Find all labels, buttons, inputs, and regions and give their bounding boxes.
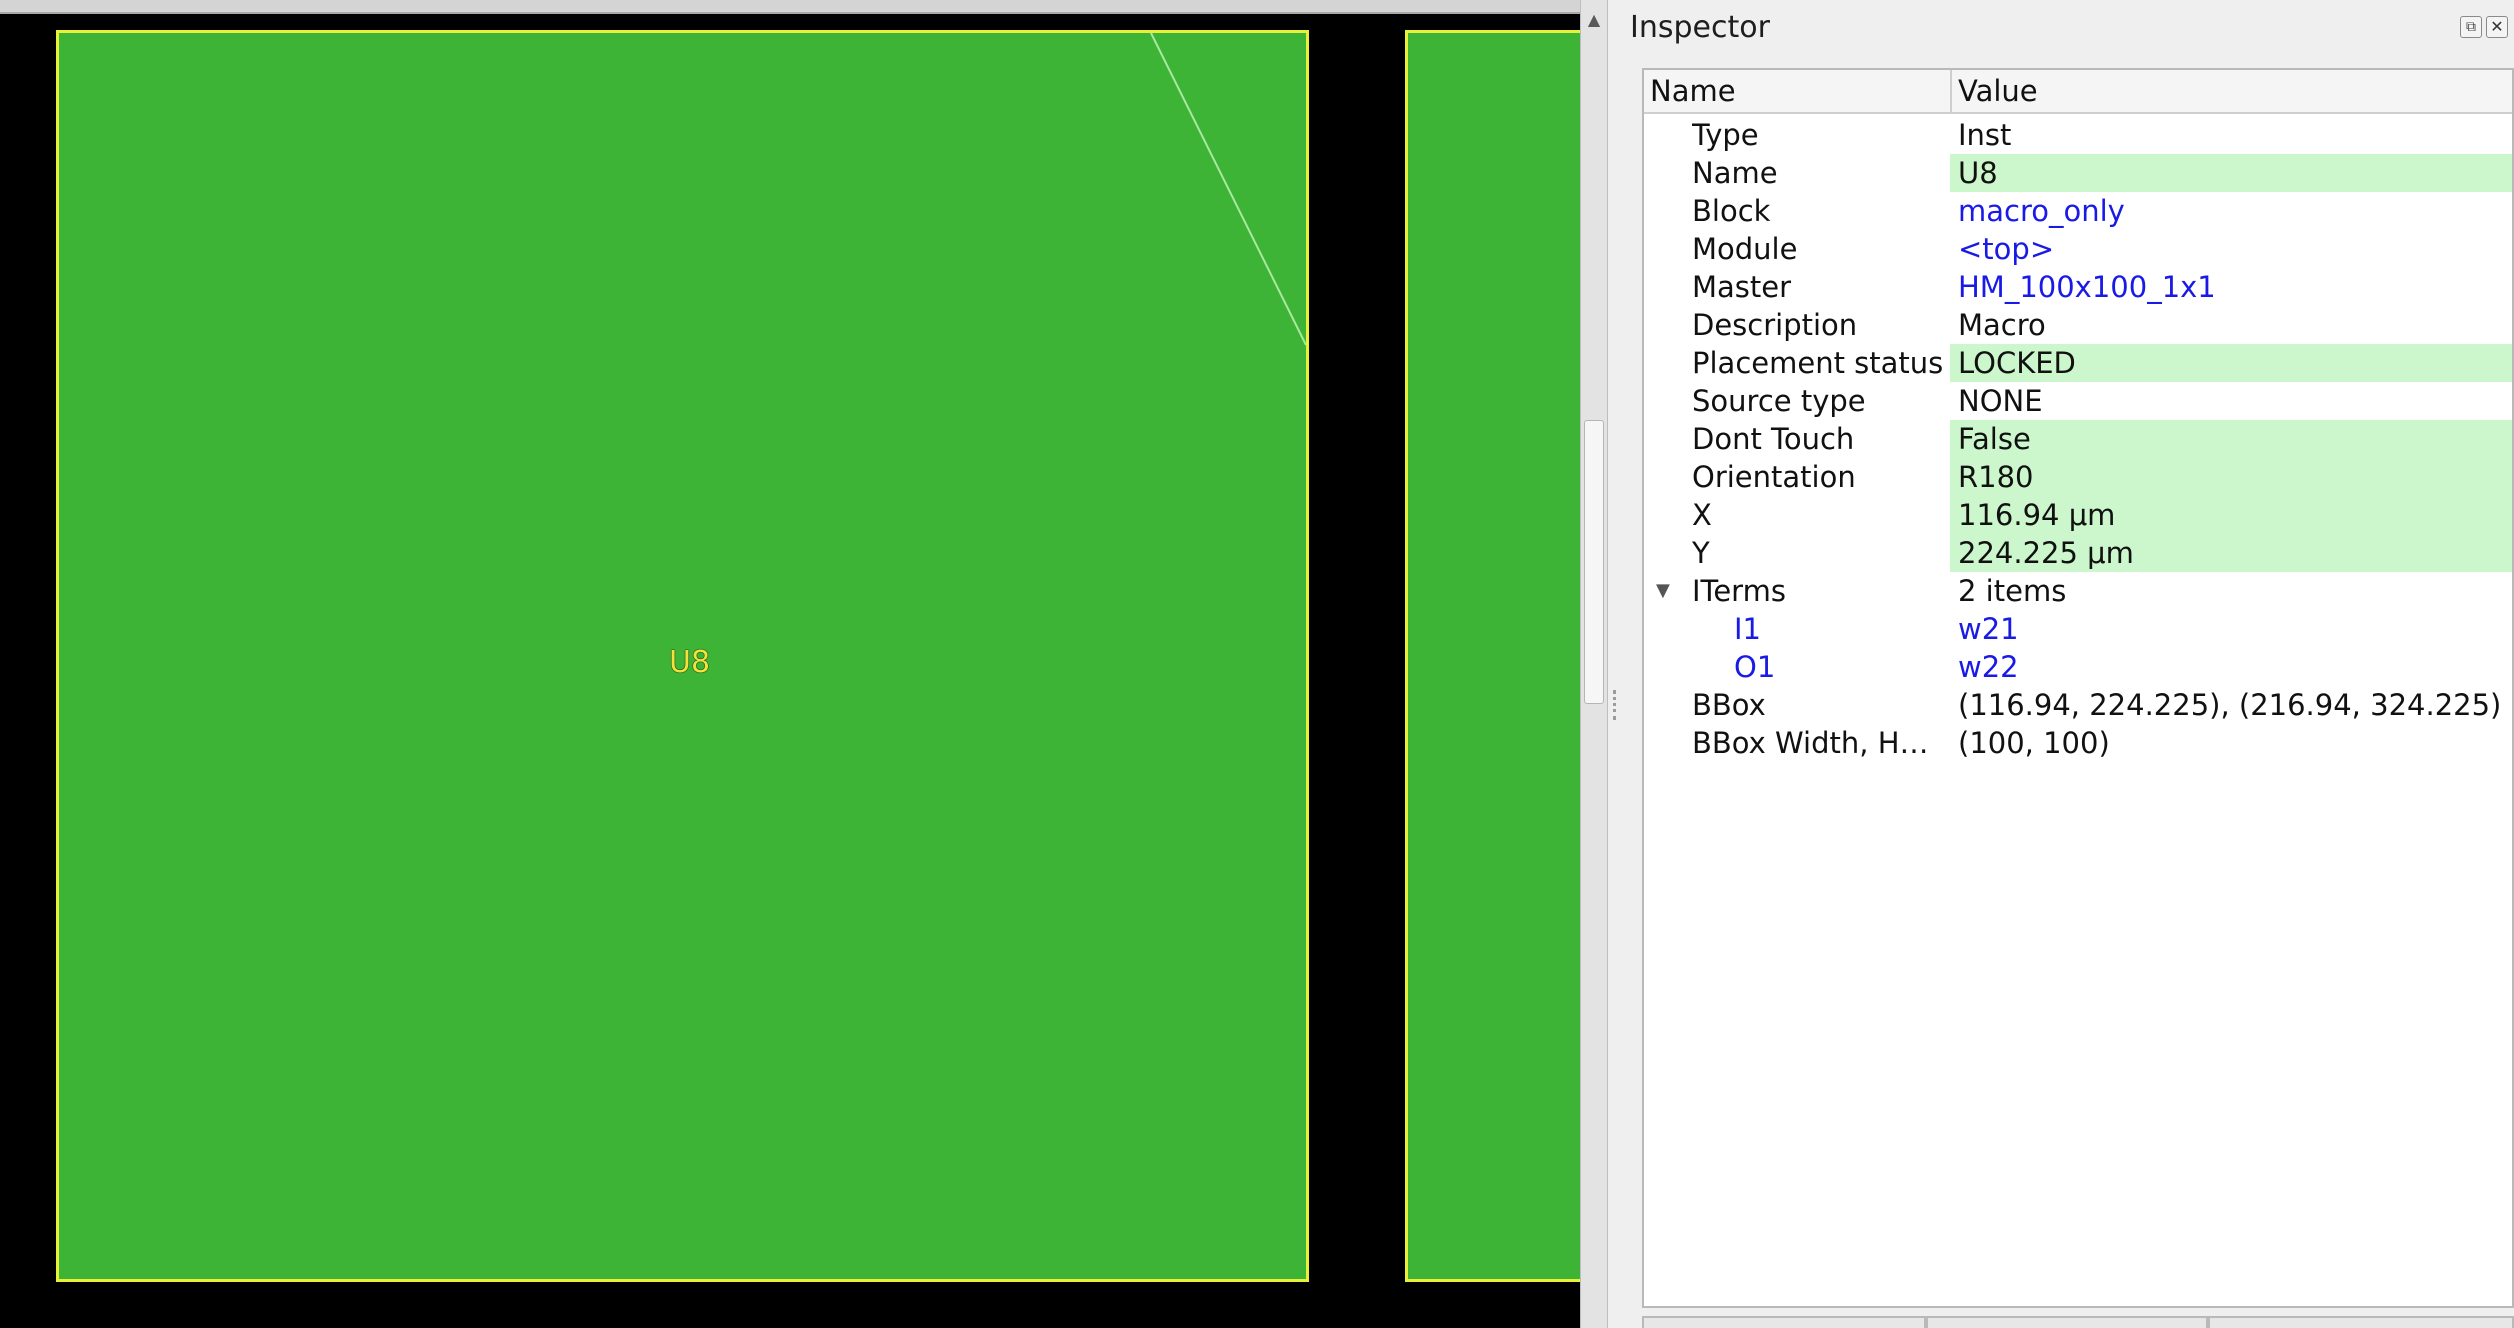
property-name: Description xyxy=(1692,308,1858,342)
property-name: X xyxy=(1692,498,1712,532)
property-row-iterm-i1[interactable]: I1 w21 xyxy=(1644,610,2512,648)
property-name: Y xyxy=(1692,536,1710,570)
property-row-iterms[interactable]: ▼ ITerms 2 items xyxy=(1644,572,2512,610)
property-name: Name xyxy=(1692,156,1778,190)
property-name: Dont Touch xyxy=(1692,422,1855,456)
property-tree[interactable]: Name Value Type Inst Name U8 Block macro… xyxy=(1642,68,2514,1308)
property-value-editable[interactable]: LOCKED xyxy=(1950,344,2512,382)
property-name: BBox Width, H… xyxy=(1692,726,1929,760)
property-row-name[interactable]: Name U8 xyxy=(1644,154,2512,192)
property-value-editable[interactable]: 224.225 μm xyxy=(1950,534,2512,572)
scrollbar-handle[interactable] xyxy=(1584,420,1604,704)
dock-tab[interactable] xyxy=(2208,1316,2514,1328)
property-name: Type xyxy=(1692,118,1759,152)
property-value-link[interactable]: w22 xyxy=(1950,648,2512,686)
instance-adjacent[interactable] xyxy=(1405,30,1585,1282)
instance-u8[interactable]: U8 xyxy=(56,30,1309,1282)
property-name: Orientation xyxy=(1692,460,1856,494)
property-value-link[interactable]: w21 xyxy=(1950,610,2512,648)
property-value: (116.94, 224.225), (216.94, 324.225) xyxy=(1958,688,2502,722)
property-value-link[interactable]: macro_only xyxy=(1950,192,2512,230)
canvas-vertical-scrollbar[interactable]: ▲ xyxy=(1580,0,1608,1328)
property-row-dont-touch[interactable]: Dont Touch False xyxy=(1644,420,2512,458)
property-row-type[interactable]: Type Inst xyxy=(1644,116,2512,154)
property-row-y[interactable]: Y 224.225 μm xyxy=(1644,534,2512,572)
property-value-link[interactable]: HM_100x100_1x1 xyxy=(1950,268,2512,306)
property-value: (100, 100) xyxy=(1958,726,2110,760)
property-value-editable[interactable]: U8 xyxy=(1950,154,2512,192)
property-value-editable[interactable]: False xyxy=(1950,420,2512,458)
property-value: Macro xyxy=(1958,308,2046,342)
property-name: Block xyxy=(1692,194,1771,228)
property-row-placement-status[interactable]: Placement status LOCKED xyxy=(1644,344,2512,382)
property-row-source-type[interactable]: Source type NONE xyxy=(1644,382,2512,420)
property-name: Placement status xyxy=(1692,346,1944,380)
property-row-description[interactable]: Description Macro xyxy=(1644,306,2512,344)
layout-canvas[interactable]: U8 xyxy=(0,0,1585,1328)
property-row-iterm-o1[interactable]: O1 w22 xyxy=(1644,648,2512,686)
canvas-top-strip xyxy=(0,0,1580,14)
property-name: ITerms xyxy=(1692,574,1786,608)
property-row-master[interactable]: Master HM_100x100_1x1 xyxy=(1644,268,2512,306)
property-name: Master xyxy=(1692,270,1792,304)
property-name: Source type xyxy=(1692,384,1866,418)
application-window: U8 ▲ Inspector ⧉ ✕ Name Value Type Inst xyxy=(0,0,2514,1328)
dock-tab[interactable] xyxy=(1642,1316,1926,1328)
float-icon[interactable]: ⧉ xyxy=(2460,16,2482,38)
expand-arrow-icon[interactable]: ▼ xyxy=(1656,572,1670,610)
dock-splitter[interactable] xyxy=(1608,0,1622,1328)
column-header-value[interactable]: Value xyxy=(1952,70,2512,112)
property-value-editable[interactable]: R180 xyxy=(1950,458,2512,496)
tree-header: Name Value xyxy=(1644,70,2512,114)
inspector-dock: Inspector ⧉ ✕ Name Value Type Inst Name … xyxy=(1622,0,2514,1328)
property-name: BBox xyxy=(1692,688,1766,722)
property-row-x[interactable]: X 116.94 μm xyxy=(1644,496,2512,534)
property-row-orientation[interactable]: Orientation R180 xyxy=(1644,458,2512,496)
property-value: NONE xyxy=(1958,384,2043,418)
property-value: 2 items xyxy=(1958,574,2067,608)
inspector-title: Inspector xyxy=(1630,10,1770,45)
property-name: Module xyxy=(1692,232,1798,266)
property-row-block[interactable]: Block macro_only xyxy=(1644,192,2512,230)
dock-bottom-tabs xyxy=(1642,1316,2514,1328)
scroll-up-arrow-icon[interactable]: ▲ xyxy=(1581,8,1607,32)
property-value-link[interactable]: <top> xyxy=(1950,230,2512,268)
property-row-bbox-width-height[interactable]: BBox Width, H… (100, 100) xyxy=(1644,724,2512,762)
close-icon[interactable]: ✕ xyxy=(2486,16,2508,38)
property-row-bbox[interactable]: BBox (116.94, 224.225), (216.94, 324.225… xyxy=(1644,686,2512,724)
property-rows: Type Inst Name U8 Block macro_only Modul… xyxy=(1644,116,2512,762)
instance-label: U8 xyxy=(669,645,711,680)
property-value-editable[interactable]: 116.94 μm xyxy=(1950,496,2512,534)
property-row-module[interactable]: Module <top> xyxy=(1644,230,2512,268)
column-header-name[interactable]: Name xyxy=(1644,70,1952,112)
splitter-grip-icon xyxy=(1613,690,1616,720)
property-value: Inst xyxy=(1958,118,2012,152)
dock-tab[interactable] xyxy=(1926,1316,2208,1328)
